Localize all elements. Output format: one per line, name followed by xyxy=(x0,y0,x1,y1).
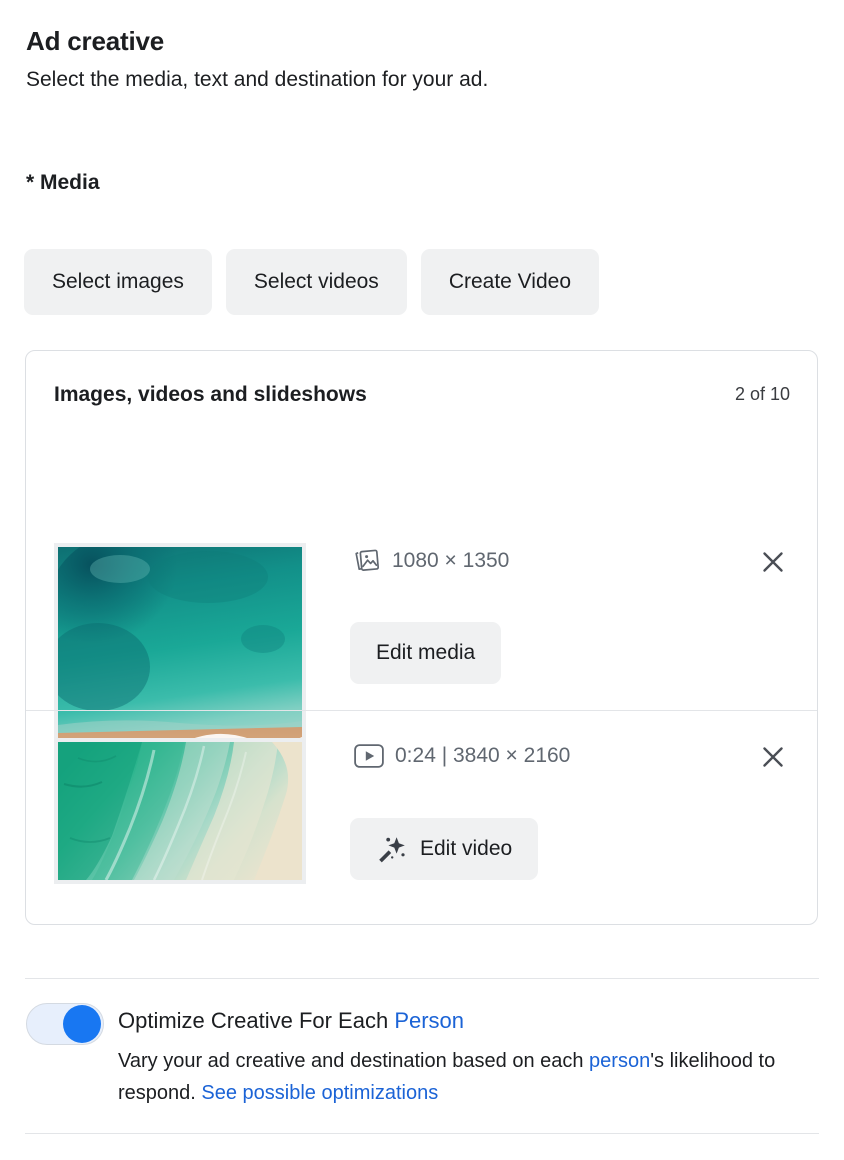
toggle-knob xyxy=(63,1005,101,1043)
media-row: 1080 × 1350 Edit media xyxy=(26,435,817,791)
close-icon xyxy=(763,747,783,767)
optimize-title: Optimize Creative For Each Person xyxy=(118,1003,818,1039)
divider-bottom xyxy=(25,1133,819,1134)
video-meta: 0:24 | 3840 × 2160 xyxy=(354,744,570,768)
optimize-creative-toggle[interactable] xyxy=(26,1003,104,1045)
media-field-label: * Media xyxy=(26,171,100,194)
create-video-button[interactable]: Create Video xyxy=(420,249,600,315)
edit-media-button[interactable]: Edit media xyxy=(350,622,502,684)
media-count-badge: 2 of 10 xyxy=(734,384,790,404)
media-card: Images, videos and slideshows 2 of 10 10… xyxy=(25,350,818,925)
ad-creative-panel: Ad creative Select the media, text and d… xyxy=(0,0,844,1160)
video-thumbnail[interactable] xyxy=(54,738,306,884)
media-card-title: Images, videos and slideshows xyxy=(54,383,367,406)
page-title: Ad creative xyxy=(26,26,164,56)
edit-video-label: Edit video xyxy=(420,837,513,860)
optimize-description: Vary your ad creative and destination ba… xyxy=(118,1045,786,1109)
person-link[interactable]: Person xyxy=(394,1008,464,1033)
close-icon xyxy=(763,552,783,572)
person-inline-link[interactable]: person xyxy=(589,1050,650,1072)
remove-video-button[interactable] xyxy=(751,735,795,779)
image-stack-icon xyxy=(354,548,381,574)
page-subtitle: Select the media, text and destination f… xyxy=(26,68,489,91)
image-dimensions-text: 1080 × 1350 xyxy=(392,549,510,572)
play-icon xyxy=(354,744,384,768)
media-row: 0:24 | 3840 × 2160 Edit video xyxy=(26,710,817,920)
optimize-toggle-row xyxy=(26,1003,104,1045)
beach-aerial-video-frame xyxy=(58,742,302,880)
media-card-header: Images, videos and slideshows 2 of 10 xyxy=(26,351,817,435)
image-meta: 1080 × 1350 xyxy=(354,548,509,574)
edit-media-label: Edit media xyxy=(376,641,476,664)
select-images-button[interactable]: Select images xyxy=(24,249,212,315)
divider-top xyxy=(25,978,819,979)
video-duration-dimensions-text: 0:24 | 3840 × 2160 xyxy=(395,744,571,767)
optimize-desc-part1: Vary your ad creative and destination ba… xyxy=(118,1050,590,1072)
select-videos-button[interactable]: Select videos xyxy=(225,249,407,315)
optimize-title-prefix: Optimize Creative For Each xyxy=(118,1008,395,1033)
edit-video-button[interactable]: Edit video xyxy=(350,818,539,880)
optimize-text-block: Optimize Creative For Each Person Vary y… xyxy=(118,1003,818,1109)
see-possible-optimizations-link[interactable]: See possible optimizations xyxy=(201,1082,438,1104)
remove-image-button[interactable] xyxy=(751,540,795,584)
magic-wand-icon xyxy=(376,835,406,863)
media-actions: Select images Select videos Create Video xyxy=(24,249,600,315)
